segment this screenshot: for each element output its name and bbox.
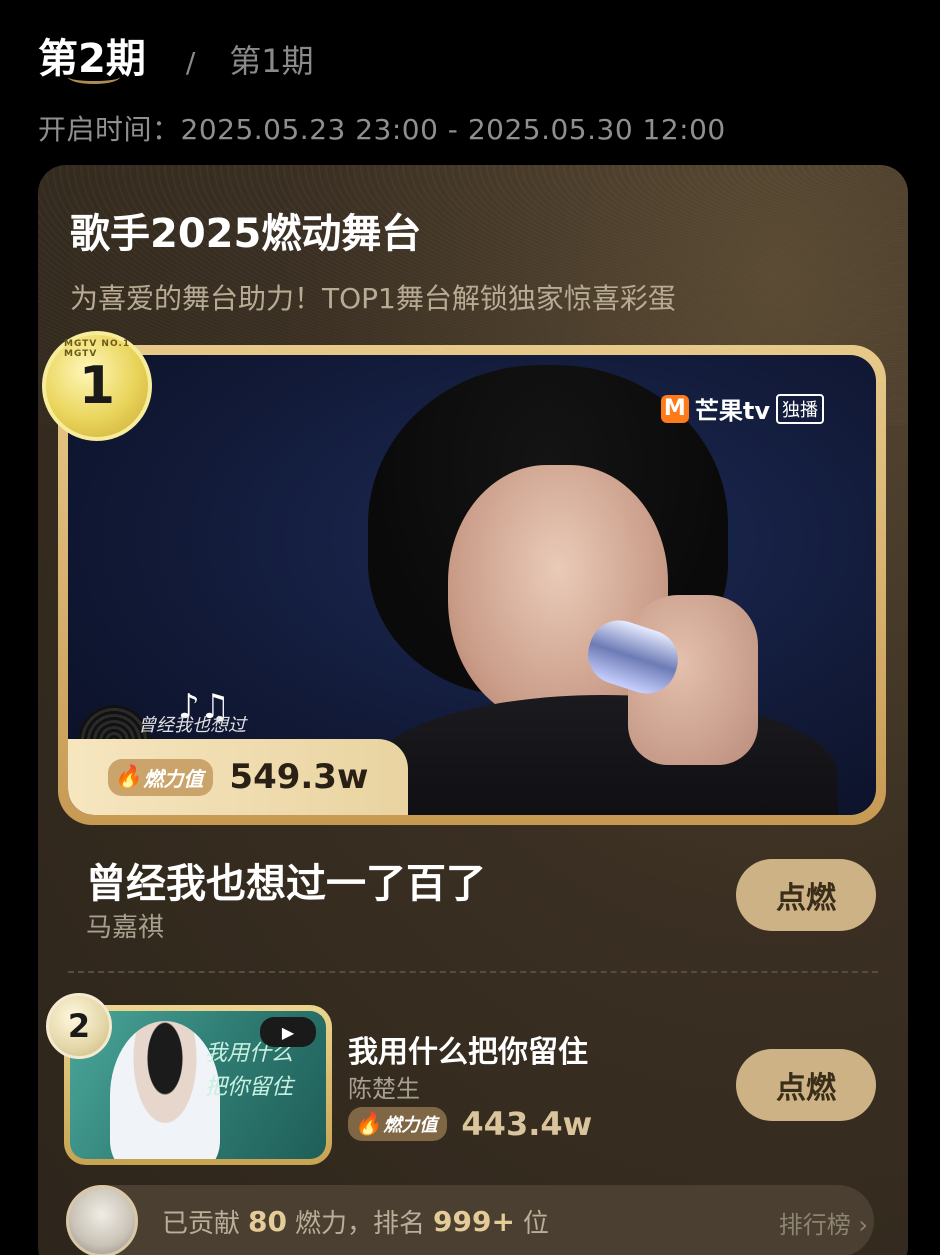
top1-stage-image: M 芒果tv 独播 ♪♫ 曾经我也想过 🔥 燃力值 549.3w — [68, 355, 876, 815]
open-time-text: 开启时间：2025.05.23 23:00 - 2025.05.30 12:00 — [38, 113, 726, 146]
power-label: 燃力值 — [143, 766, 204, 791]
tab-separator: / — [185, 46, 196, 79]
contrib-prefix: 已贡献 — [162, 1208, 241, 1239]
top1-artist: 马嘉祺 — [86, 913, 165, 943]
mango-tv-logo: M 芒果tv 独播 — [660, 391, 824, 426]
card-subtitle: 为喜爱的舞台助力！TOP1舞台解锁独家惊喜彩蛋 — [70, 282, 676, 315]
top2-calligraphy: 我用什么 把你留住 — [205, 1037, 293, 1105]
top1-song-title: 曾经我也想过一了百了 — [86, 861, 486, 907]
top2-power: 🔥 燃力值 443.4w — [348, 1105, 592, 1143]
top1-power-bar: 🔥 燃力值 549.3w — [68, 739, 408, 815]
active-tab-indicator — [68, 70, 120, 84]
stage-card: 歌手2025燃动舞台 为喜爱的舞台助力！TOP1舞台解锁独家惊喜彩蛋 MGTV … — [38, 165, 908, 1255]
leaderboard-link[interactable]: 排行榜 › — [779, 1205, 868, 1240]
exclusive-tag: 独播 — [776, 393, 824, 424]
power-label-pill: 🔥 燃力值 — [108, 758, 214, 796]
mango-logo-icon: M — [660, 394, 689, 423]
play-icon[interactable]: ▶ — [260, 1017, 316, 1047]
top2-ignite-button[interactable]: 点燃 — [736, 1049, 876, 1121]
top2-power-value: 443.4w — [461, 1105, 593, 1143]
tab-period-1[interactable]: 第1期 — [229, 36, 313, 82]
rank-1-number: 1 — [78, 356, 116, 416]
fire-icon: 🔥 — [354, 1111, 382, 1137]
top2-song-title: 我用什么把你留住 — [348, 1035, 588, 1070]
rank-1-badge: MGTV NO.1 MGTV 1 — [42, 331, 152, 441]
contrib-suffix: 位 — [522, 1208, 549, 1239]
period-tabs: 第2期 / 第1期 — [38, 26, 314, 84]
power-label-pill: 🔥 燃力值 — [348, 1107, 448, 1141]
calligraphy-line-2: 把你留住 — [205, 1075, 294, 1100]
rank-1-badge-ribbon: MGTV NO.1 MGTV — [64, 339, 131, 359]
top1-stage-thumbnail[interactable]: M 芒果tv 独播 ♪♫ 曾经我也想过 🔥 燃力值 549.3w — [58, 345, 886, 825]
contrib-amount: 80 — [248, 1204, 287, 1238]
top1-ignite-button[interactable]: 点燃 — [736, 859, 876, 931]
section-divider — [68, 971, 878, 973]
top1-power-value: 549.3w — [229, 757, 369, 797]
top2-singer — [110, 1021, 220, 1159]
rank-2-badge: 2 — [46, 993, 112, 1059]
mango-logo-text: 芒果tv — [694, 397, 770, 425]
power-label: 燃力值 — [383, 1115, 438, 1136]
singer-body — [368, 695, 838, 815]
tab-period-2[interactable]: 第2期 — [38, 26, 146, 84]
lyric-caption: 曾经我也想过 — [138, 715, 246, 736]
fire-icon: 🔥 — [114, 764, 142, 790]
contribution-bar: 已贡献 80 燃力，排名 999+ 位 — [66, 1185, 874, 1255]
user-avatar[interactable] — [66, 1185, 138, 1255]
top2-artist: 陈楚生 — [348, 1075, 420, 1103]
contrib-mid: 燃力，排名 — [294, 1208, 425, 1239]
contrib-rank: 999+ — [433, 1204, 515, 1238]
card-title: 歌手2025燃动舞台 — [70, 211, 422, 257]
